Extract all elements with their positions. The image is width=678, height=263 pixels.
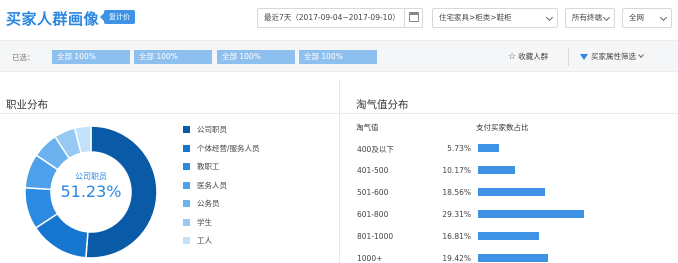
pct-label: 5.73%: [447, 144, 471, 153]
category-dropdown[interactable]: 住宅家具>柜类>鞋柜: [432, 8, 558, 28]
column-header-pct: 支付买家数占比: [476, 123, 529, 132]
filter-chip[interactable]: 全部 100%: [52, 50, 130, 64]
legend-item[interactable]: 公司职员: [183, 125, 260, 144]
pct-bar: [478, 254, 549, 262]
taoqi-row: 601-800 29.31%: [0, 210, 678, 232]
range-label: 1000+: [357, 254, 383, 263]
filter-label: 已选：: [12, 53, 35, 62]
network-dropdown[interactable]: 全网: [622, 8, 672, 28]
pct-bar: [478, 166, 515, 174]
pct-bar: [478, 188, 546, 196]
pct-label: 18.56%: [442, 188, 471, 197]
pct-label: 19.42%: [442, 254, 471, 263]
page-title: 买家人群画像: [6, 10, 100, 28]
taoqi-title: 淘气值分布: [356, 99, 409, 111]
legend-label: 公司职员: [197, 125, 227, 134]
filter-icon: [580, 54, 588, 60]
pct-label: 10.17%: [442, 166, 471, 175]
filter-chip[interactable]: 全部 100%: [134, 50, 212, 64]
stat-badge[interactable]: 复计价: [100, 10, 135, 24]
calendar-button[interactable]: [404, 8, 423, 28]
taoqi-row: 1000+ 19.42%: [0, 254, 678, 263]
chevron-down-icon: [659, 13, 668, 22]
pct-label: 16.81%: [442, 232, 471, 241]
header: 买家人群画像 复计价 最近7天（2017-09-04~2017-09-10） 住…: [0, 0, 678, 36]
chevron-down-icon: [545, 13, 554, 22]
favorite-crowd-button[interactable]: ☆ 收藏人群: [508, 51, 548, 62]
divider: [340, 113, 678, 114]
network-value: 全网: [629, 13, 644, 22]
divider: [0, 113, 338, 114]
taoqi-row: 400及以下 5.73%: [0, 144, 678, 166]
terminal-dropdown[interactable]: 所有终端: [565, 8, 615, 28]
range-label: 801-1000: [357, 232, 394, 241]
terminal-value: 所有终端: [572, 13, 602, 22]
filter-bar: 已选： 全部 100% 全部 100% 全部 100% 全部 100% ☆ 收藏人…: [0, 40, 678, 72]
filter-chip[interactable]: 全部 100%: [217, 50, 295, 64]
filter-chip[interactable]: 全部 100%: [299, 50, 377, 64]
range-label: 401-500: [357, 166, 389, 175]
column-header-range: 淘气值: [356, 123, 379, 132]
taoqi-row: 801-1000 16.81%: [0, 232, 678, 254]
date-range-picker[interactable]: 最近7天（2017-09-04~2017-09-10）: [257, 8, 423, 28]
taoqi-row: 501-600 18.56%: [0, 188, 678, 210]
chevron-down-icon: [602, 13, 611, 22]
legend-swatch: [183, 126, 190, 133]
calendar-icon: [409, 12, 419, 22]
pct-bar: [478, 232, 539, 240]
range-label: 501-600: [357, 188, 389, 197]
pct-bar: [478, 144, 499, 152]
occupation-title: 职业分布: [6, 99, 48, 111]
category-value: 住宅家具>柜类>鞋柜: [439, 13, 512, 22]
range-label: 400及以下: [357, 145, 394, 154]
pct-bar: [478, 210, 584, 218]
chevron-down-icon: [638, 52, 644, 58]
divider: [568, 48, 569, 66]
taoqi-row: 401-500 10.17%: [0, 166, 678, 188]
star-icon: ☆: [508, 52, 517, 62]
favorite-label: 收藏人群: [518, 52, 549, 61]
buyer-attribute-filter-button[interactable]: 买家属性筛选: [580, 51, 644, 62]
attribute-filter-label: 买家属性筛选: [591, 52, 636, 61]
pct-label: 29.31%: [442, 210, 471, 219]
range-label: 601-800: [357, 210, 389, 219]
